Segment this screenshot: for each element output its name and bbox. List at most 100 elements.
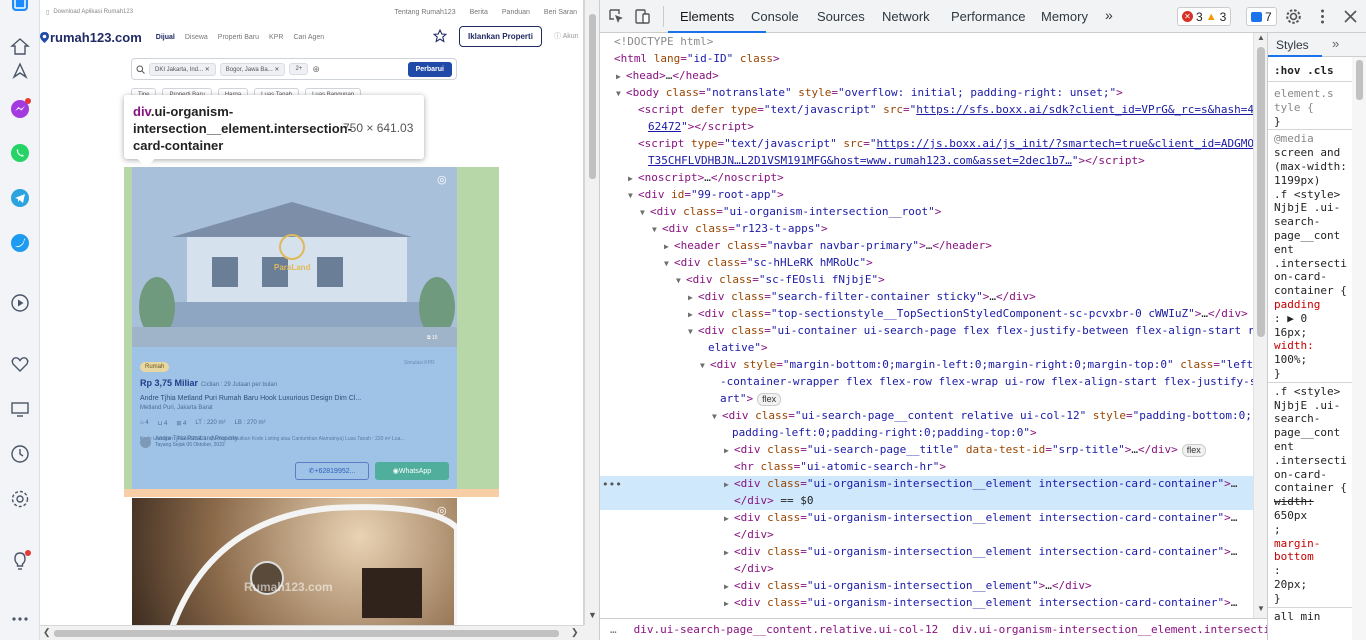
- listing-card[interactable]: Rumah123.com ◎: [132, 498, 457, 625]
- listing-title[interactable]: Andre Tjhia Metland Puri Rumah Baru Hook…: [140, 395, 450, 402]
- close-icon[interactable]: [1342, 8, 1359, 25]
- tab-memory[interactable]: Memory: [1041, 9, 1088, 24]
- scroll-thumb[interactable]: [1257, 47, 1265, 337]
- dom-node-line[interactable]: ▼ <div class="sc-fEOsli fNjbjE">: [676, 271, 885, 288]
- dom-node-line[interactable]: ▼ <body class="notranslate" style="overfl…: [616, 84, 1123, 101]
- iklankan-properti-button[interactable]: Iklankan Properti: [459, 26, 542, 47]
- dom-node-line[interactable]: ▶ <div class="ui-organism-intersection__e…: [724, 577, 1092, 594]
- elements-scrollbar[interactable]: ▲ ▼: [1253, 33, 1267, 618]
- dom-node-line[interactable]: ▼ <div class="sc-hHLeRK hMRoUc">: [664, 254, 873, 271]
- lightbulb-icon[interactable]: [9, 550, 31, 572]
- styles-filter-buttons[interactable]: :hov .cls: [1274, 64, 1334, 77]
- expand-toggle-icon[interactable]: ▶: [724, 595, 734, 612]
- favorite-icon[interactable]: ◎: [437, 504, 447, 517]
- heart-icon[interactable]: [9, 353, 31, 375]
- scroll-left-icon[interactable]: ❮: [43, 627, 51, 638]
- dom-node-line[interactable]: elative">: [708, 339, 768, 356]
- add-location-icon[interactable]: ⊕: [312, 64, 320, 75]
- dom-node-line[interactable]: </div>: [734, 526, 774, 543]
- expand-toggle-icon[interactable]: ▼: [700, 357, 710, 374]
- nav-link-disewa[interactable]: Disewa: [185, 34, 208, 41]
- favorite-icon[interactable]: ◎: [437, 173, 447, 186]
- expand-toggle-icon[interactable]: ▼: [652, 221, 662, 238]
- expand-toggle-icon[interactable]: ▶: [616, 68, 626, 85]
- dom-node-line[interactable]: <html lang="id-ID" class>: [614, 50, 780, 67]
- telegram-icon[interactable]: [9, 187, 31, 209]
- account-link[interactable]: ⓘ Akun: [554, 31, 579, 41]
- settings-gear-icon[interactable]: [1285, 8, 1302, 25]
- listing-card[interactable]: ParaLand ◎ ⧉ 15 Rumah Rp 3,75 Miliar Cici…: [132, 167, 457, 489]
- tab-elements[interactable]: Elements: [680, 9, 734, 24]
- monitor-icon[interactable]: [9, 398, 31, 420]
- expand-toggle-icon[interactable]: ▶: [688, 289, 698, 306]
- dom-node-line[interactable]: ▶ <div class="ui-organism-intersection__e…: [724, 594, 1237, 611]
- listing-photo[interactable]: ParaLand ◎ ⧉ 15: [132, 167, 457, 347]
- dom-node-line[interactable]: </div> == $0: [734, 492, 814, 509]
- dom-node-line[interactable]: 62472"></script>: [648, 118, 754, 135]
- download-app-link[interactable]: ▯ Download Aplikasi Rumah123: [46, 9, 133, 16]
- dom-node-line[interactable]: ▶ <div class="top-sectionstyle__TopSectio…: [688, 305, 1248, 322]
- expand-toggle-icon[interactable]: ▶: [688, 306, 698, 323]
- dom-node-line[interactable]: ▶ <div class="ui-organism-intersection__e…: [724, 509, 1237, 526]
- dom-node-line[interactable]: padding-left:0;padding-right:0;padding-t…: [732, 424, 1037, 441]
- top-link[interactable]: Tentang Rumah123: [394, 9, 455, 16]
- styles-scrollbar[interactable]: [1352, 57, 1366, 640]
- arrow-icon[interactable]: [9, 60, 31, 82]
- twitter-icon[interactable]: [9, 232, 31, 254]
- dom-node-line[interactable]: ▼ <div class="ui-search-page__content rel…: [712, 407, 1252, 424]
- tab-sources[interactable]: Sources: [817, 9, 865, 24]
- breadcrumb-overflow[interactable]: …: [600, 623, 627, 636]
- expand-toggle-icon[interactable]: ▶: [724, 442, 734, 459]
- nav-link-properti-baru[interactable]: Properti Baru: [218, 34, 259, 41]
- dom-node-line[interactable]: ▶ <div class="ui-search-page__title" data…: [724, 441, 1206, 458]
- dom-node-line[interactable]: -container-wrapper flex flex-row flex-wr…: [720, 373, 1256, 390]
- dom-node-line[interactable]: ▶ <div class="ui-organism-intersection__e…: [724, 475, 1237, 492]
- home-icon[interactable]: [9, 36, 31, 58]
- dom-node-line[interactable]: ▶ <header class="navbar navbar-primary">……: [664, 237, 992, 254]
- customize-menu-icon[interactable]: [1314, 8, 1331, 25]
- scroll-right-icon[interactable]: ❯: [571, 627, 579, 638]
- tab-styles[interactable]: Styles: [1276, 38, 1309, 52]
- expand-toggle-icon[interactable]: ▶: [664, 238, 674, 255]
- expand-toggle-icon[interactable]: ▼: [616, 85, 626, 102]
- star-icon[interactable]: [433, 29, 447, 43]
- simulasi-kpr-link[interactable]: Simulasi KPR: [404, 360, 435, 366]
- scroll-thumb[interactable]: [1356, 60, 1363, 100]
- dom-node-line[interactable]: <hr class="ui-atomic-search-hr">: [734, 458, 946, 475]
- scroll-thumb[interactable]: [54, 630, 559, 637]
- dom-node-line[interactable]: ▶ <noscript>…</noscript>: [628, 169, 784, 186]
- dom-node-line[interactable]: ▼ <div class="r123-t-apps">: [652, 220, 828, 237]
- more-chip[interactable]: 2+: [289, 63, 309, 75]
- dom-node-line[interactable]: </div>: [734, 560, 774, 577]
- expand-toggle-icon[interactable]: ▶: [724, 476, 734, 493]
- location-chip[interactable]: Bogor, Jawa Ba... ✕: [219, 62, 286, 76]
- more-tabs-button[interactable]: »: [1105, 7, 1113, 23]
- history-icon[interactable]: [9, 443, 31, 465]
- site-logo[interactable]: rumah123.com: [40, 30, 142, 45]
- dom-node-line[interactable]: ▼ <div class="ui-organism-intersection__r…: [640, 203, 941, 220]
- perbarui-button[interactable]: Perbarui: [407, 61, 452, 77]
- expand-toggle-icon[interactable]: ▼: [628, 187, 638, 204]
- more-icon[interactable]: [9, 608, 31, 630]
- scroll-down-icon[interactable]: ▼: [588, 610, 597, 620]
- issues-counter[interactable]: ✕ 3 ▲ 3: [1177, 7, 1232, 26]
- scroll-down-icon[interactable]: ▼: [1257, 604, 1265, 613]
- expand-toggle-icon[interactable]: ▶: [628, 170, 638, 187]
- app-logo-icon[interactable]: [9, 0, 31, 14]
- dom-node-line[interactable]: ▶ <div class="search-filter-container sti…: [688, 288, 1036, 305]
- more-tabs-button[interactable]: »: [1332, 36, 1339, 51]
- dom-node-line[interactable]: ▼ <div id="99-root-app">: [628, 186, 784, 203]
- dom-node-line[interactable]: ▼ <div style="margin-bottom:0;margin-left…: [700, 356, 1253, 373]
- dom-node-line[interactable]: <script type="text/javascript" src="http…: [638, 135, 1254, 152]
- agent-info[interactable]: Andre Tjhia ParaLand Property Tayang Seja…: [140, 436, 238, 448]
- nav-link-kpr[interactable]: KPR: [269, 34, 283, 41]
- tab-network[interactable]: Network: [882, 9, 930, 24]
- inspect-element-icon[interactable]: [608, 8, 625, 25]
- nav-link-cari-agen[interactable]: Cari Agen: [293, 34, 324, 41]
- tab-console[interactable]: Console: [751, 9, 799, 24]
- nav-link-dijual[interactable]: Dijual: [156, 34, 175, 41]
- dom-node-line[interactable]: ▶ <head>…</head>: [616, 67, 719, 84]
- top-link[interactable]: Panduan: [502, 9, 530, 16]
- node-actions-ellipsis[interactable]: •••: [602, 478, 622, 491]
- tab-performance[interactable]: Performance: [951, 9, 1025, 24]
